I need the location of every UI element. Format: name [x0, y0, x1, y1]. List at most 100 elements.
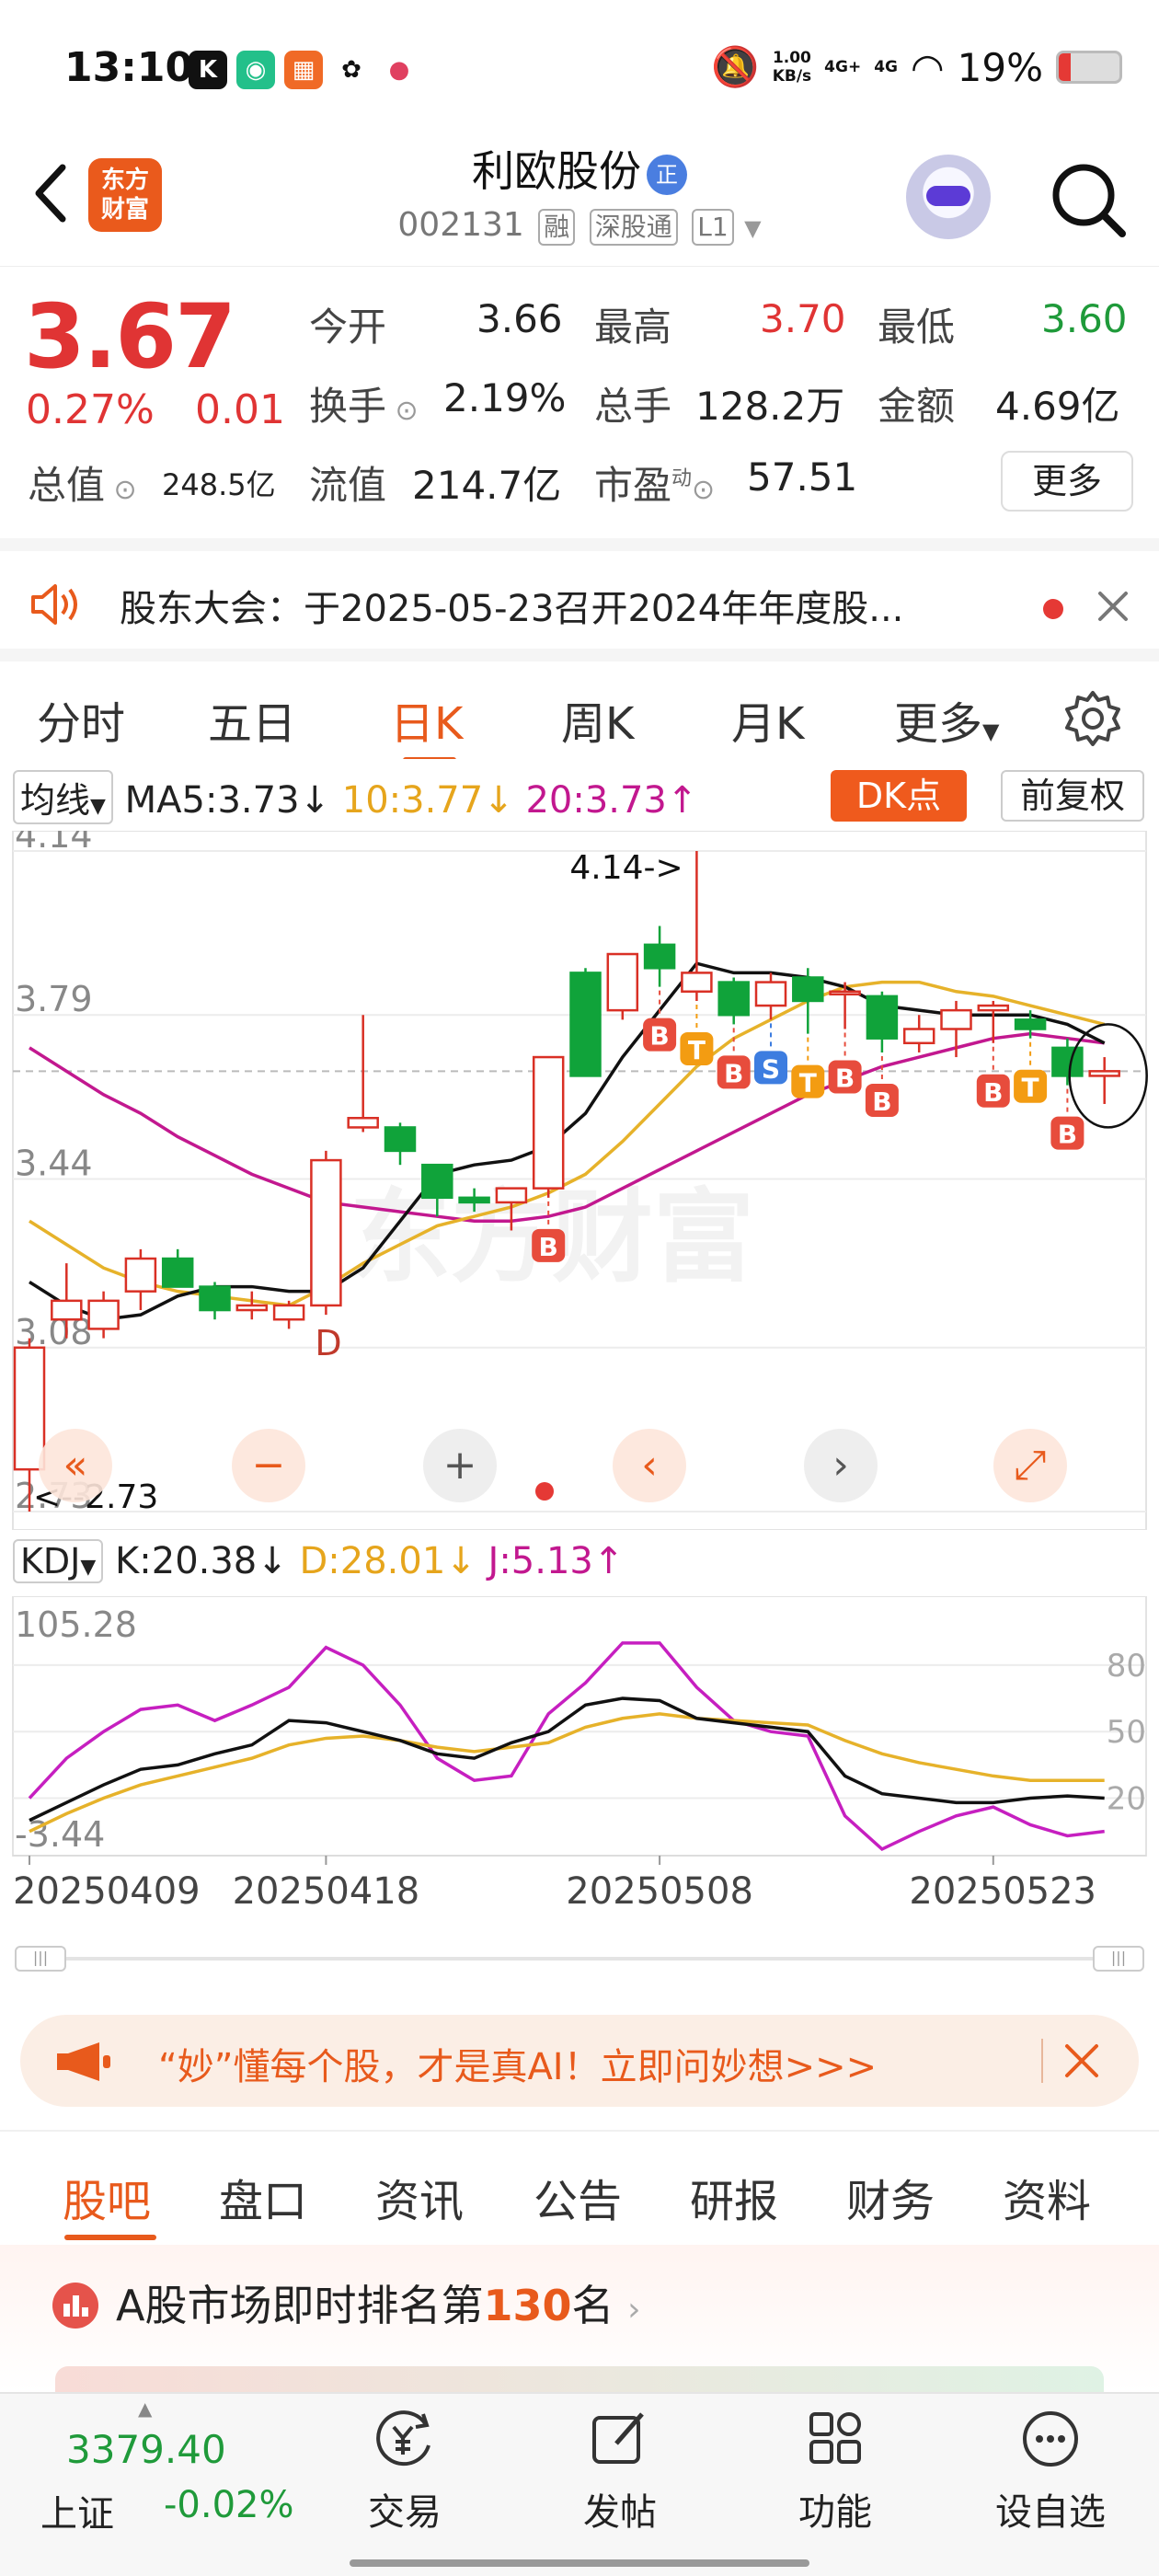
candle-body	[940, 1008, 972, 1030]
candle-body	[1014, 1018, 1047, 1030]
candle-body	[569, 972, 602, 1077]
notice-bar[interactable]: 股东大会：于2025-05-23召开2024年年度股...	[0, 538, 1159, 649]
sh-index-name[interactable]: 上证	[40, 2484, 114, 2537]
candle-body	[13, 1346, 46, 1471]
close-icon[interactable]	[1063, 2042, 1100, 2079]
down-arrow-icon: ↓	[445, 1540, 476, 1582]
step-back-button[interactable]: ‹	[613, 1429, 686, 1502]
page-indicator-dot	[535, 1482, 554, 1501]
tab-financials[interactable]: 财务	[846, 2165, 935, 2229]
net-speed-unit: KB/s	[772, 67, 812, 86]
scroll-handle-left[interactable]: |||	[15, 1946, 66, 1972]
tab-profile[interactable]: 资料	[1003, 2165, 1091, 2229]
tab-more[interactable]: 更多▼	[894, 687, 999, 752]
candle-body	[124, 1257, 157, 1293]
kdj-select-label: KDJ	[20, 1541, 81, 1581]
tab-announcements[interactable]: 公告	[534, 2165, 622, 2229]
turnover-field[interactable]: 换手 ⊙	[309, 375, 419, 431]
camera-app-icon: ●	[380, 51, 419, 89]
battery-icon	[1056, 51, 1122, 84]
tab-daily-k[interactable]: 日K	[390, 687, 463, 752]
candle-body	[272, 1304, 305, 1321]
kline-chart-area[interactable]: 均线▼ MA5:3.73↓ 10:3.77↓ 20:3.73↑ DK点 前复权 …	[0, 759, 1159, 1996]
control-icon: ›	[832, 1442, 849, 1489]
candle-body	[681, 972, 713, 994]
candle-body	[161, 1257, 194, 1288]
kdj-max-label: 105.28	[15, 1604, 137, 1645]
down-arrow-icon: ↓	[257, 1540, 288, 1582]
candle-body	[1051, 1046, 1084, 1077]
scroll-handle-right[interactable]: |||	[1093, 1946, 1144, 1972]
candlestick-chart[interactable]: 4.143.793.443.082.73东方财富DBBTBSTBBBTB4.14…	[0, 831, 1159, 1530]
nav-post[interactable]: 发帖	[556, 2407, 684, 2536]
control-icon: ‹	[641, 1442, 658, 1489]
tab-forum[interactable]: 股吧	[63, 2165, 151, 2229]
candle-body	[347, 1117, 379, 1129]
kdj-j-line	[28, 1641, 1105, 1852]
tab-five-day[interactable]: 五日	[208, 687, 296, 752]
fast-back-button[interactable]: «	[39, 1429, 112, 1502]
kdj-j-value: J:5.13	[488, 1540, 593, 1582]
search-icon[interactable]	[1047, 158, 1130, 241]
nav-add-watchlist[interactable]: 设自选	[986, 2407, 1115, 2536]
zoom-out-button[interactable]: −	[232, 1429, 305, 1502]
up-arrow-icon: ↑	[666, 779, 698, 822]
kdj-right-tick: 80	[1107, 1648, 1146, 1685]
tab-research[interactable]: 研报	[690, 2165, 778, 2229]
info-icon[interactable]: ⊙	[386, 395, 419, 427]
kdj-chart[interactable]: 80 50 20 105.28 -3.44 20250409 20250418 2025050…	[0, 1596, 1159, 1937]
nav-post-label: 发帖	[583, 2491, 657, 2534]
total-mv-field[interactable]: 总值 ⊙	[28, 454, 137, 511]
ai-promo-banner[interactable]: “妙”懂每个股，才是真AI！立即问妙想>>>	[20, 2015, 1139, 2107]
fullscreen-button[interactable]: ⤢	[993, 1429, 1067, 1502]
signal-label: B	[724, 1058, 743, 1088]
open-value: 3.66	[476, 296, 563, 341]
expand-caret-icon[interactable]: ▲	[138, 2398, 152, 2420]
status-indicators: 🔕 1.00 KB/s 4G+ 4G ◠ 19%	[711, 44, 1122, 90]
k-app-icon: K	[189, 51, 227, 89]
candle-body	[384, 1126, 417, 1153]
net-speed-value: 1.00	[772, 49, 811, 67]
float-mv-label: 流值	[309, 463, 387, 508]
chart-scrollbar[interactable]: ||| |||	[15, 1946, 1144, 1972]
home-indicator	[350, 2559, 809, 2567]
settings-gear-icon[interactable]	[1063, 689, 1122, 748]
dropdown-triangle-icon: ▼	[80, 1556, 97, 1579]
tab-monthly-k[interactable]: 月K	[731, 687, 804, 752]
candle-body	[495, 1187, 528, 1204]
pe-field[interactable]: 市盈动⊙	[594, 454, 715, 511]
sh-index-value[interactable]: 3379.40	[66, 2427, 226, 2472]
info-icon[interactable]: ⊙	[692, 474, 715, 506]
tab-intraday[interactable]: 分时	[37, 687, 125, 752]
tab-more-label: 更多	[894, 698, 983, 750]
close-icon[interactable]	[1095, 588, 1131, 625]
change-amount: 0.01	[195, 386, 285, 433]
signal-label: B	[649, 1021, 669, 1052]
speaker-icon	[31, 584, 77, 625]
signal-label: B	[1058, 1120, 1077, 1150]
tab-order-book[interactable]: 盘口	[219, 2165, 307, 2229]
adjust-mode-button[interactable]: 前复权	[1001, 770, 1144, 822]
sh-index-change[interactable]: -0.02%	[164, 2484, 294, 2526]
quote-panel: 3.67 0.27% 0.01 今开 3.66 最高 3.70 最低 3.60 …	[0, 267, 1159, 534]
nav-trade[interactable]: 交易	[340, 2407, 469, 2536]
zoom-in-button[interactable]: +	[423, 1429, 497, 1502]
more-dots-icon	[1023, 2411, 1078, 2467]
dk-signal-button[interactable]: DK点	[831, 770, 967, 822]
y-tick-label: 3.79	[15, 979, 93, 1019]
chevron-right-icon: ›	[627, 2291, 641, 2329]
float-mv-value: 214.7亿	[412, 463, 562, 508]
kdj-indicator-select[interactable]: KDJ▼	[13, 1539, 104, 1583]
more-quote-button[interactable]: 更多	[1001, 451, 1133, 512]
info-icon[interactable]: ⊙	[105, 474, 137, 506]
tab-weekly-k[interactable]: 周K	[561, 687, 634, 752]
candle-body	[829, 990, 861, 996]
tab-news[interactable]: 资讯	[375, 2165, 464, 2229]
nav-functions[interactable]: 功能	[771, 2407, 900, 2536]
ai-assistant-robot-icon[interactable]	[906, 155, 991, 239]
ma-indicator-select[interactable]: 均线▼	[13, 770, 113, 824]
step-forward-button[interactable]: ›	[804, 1429, 878, 1502]
open-label: 今开	[309, 305, 387, 350]
candle-body	[532, 1055, 565, 1190]
market-rank-banner[interactable]: A股市场即时排名第130名 ›	[0, 2245, 1159, 2392]
